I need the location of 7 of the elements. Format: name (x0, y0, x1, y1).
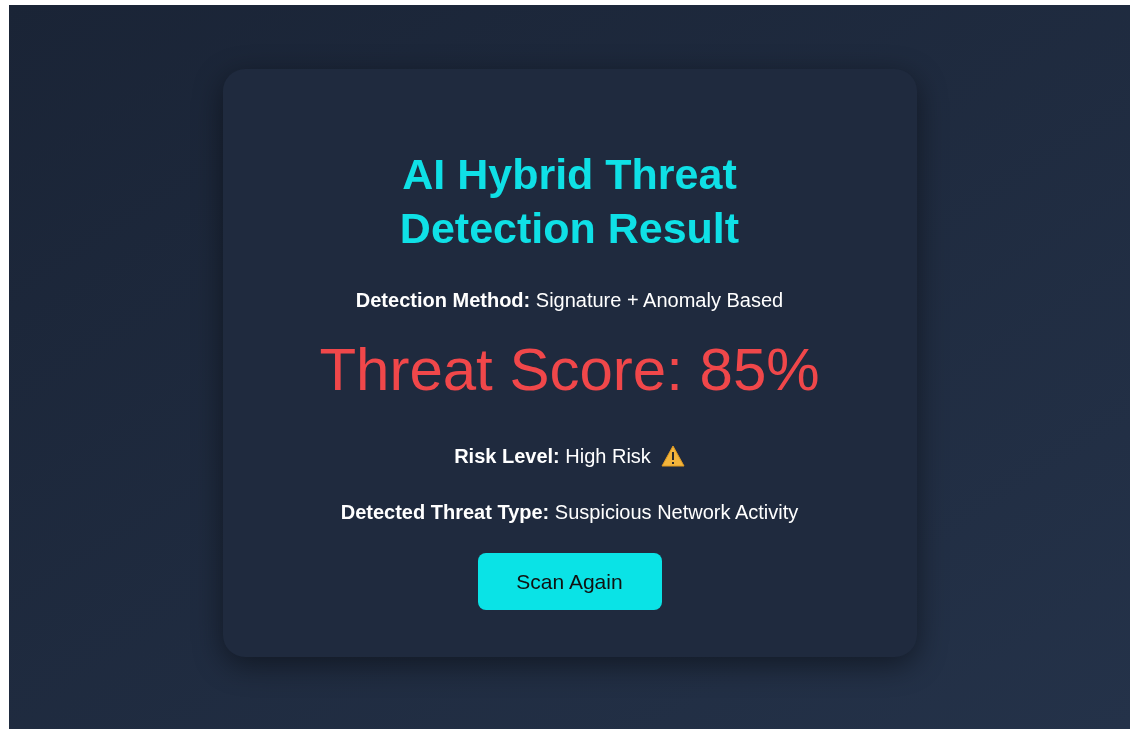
threat-score: Threat Score: 85% (319, 335, 820, 405)
detail-text: Detected Threat Type: Suspicious Network Activity (340, 500, 799, 525)
detection-method-text: Detection Method: Signature + Anomaly Based (355, 288, 784, 313)
scan-again-button[interactable]: Scan Again (477, 553, 662, 610)
detail-text: Risk Level: High Risk (454, 444, 651, 469)
page-title: AI Hybrid Threat Detection Result (398, 149, 741, 254)
warning-icon (660, 445, 685, 467)
